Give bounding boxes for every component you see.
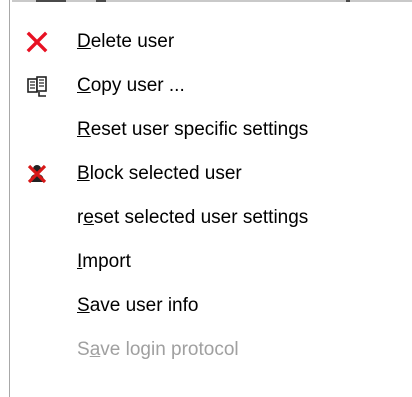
context-menu: Delete user Copy user ... Reset user spe… <box>10 2 412 397</box>
menu-item-label: reset selected user settings <box>77 207 309 228</box>
menu-item-label: Block selected user <box>77 163 242 184</box>
copy-user-icon <box>24 73 50 99</box>
block-user-icon <box>24 161 50 187</box>
menu-item-label: Import <box>77 251 131 272</box>
red-x-icon <box>24 29 50 55</box>
menu-item-label: Save user info <box>77 295 199 316</box>
menu-item-label: Reset user specific settings <box>77 119 309 140</box>
menu-item-label: Delete user <box>77 31 175 52</box>
menu-item-label: Copy user ... <box>77 75 185 96</box>
menu-item-save-login-protocol: Save login protocol <box>10 328 412 372</box>
menu-item-delete-user[interactable]: Delete user <box>10 20 412 64</box>
menu-item-reset-selected-user-settings[interactable]: reset selected user settings <box>10 196 412 240</box>
menu-item-label: Save login protocol <box>77 339 239 360</box>
menu-item-import[interactable]: Import <box>10 240 412 284</box>
menu-item-reset-user-specific-settings[interactable]: Reset user specific settings <box>10 108 412 152</box>
menu-item-copy-user[interactable]: Copy user ... <box>10 64 412 108</box>
menu-item-block-selected-user[interactable]: Block selected user <box>10 152 412 196</box>
menu-item-save-user-info[interactable]: Save user info <box>10 284 412 328</box>
